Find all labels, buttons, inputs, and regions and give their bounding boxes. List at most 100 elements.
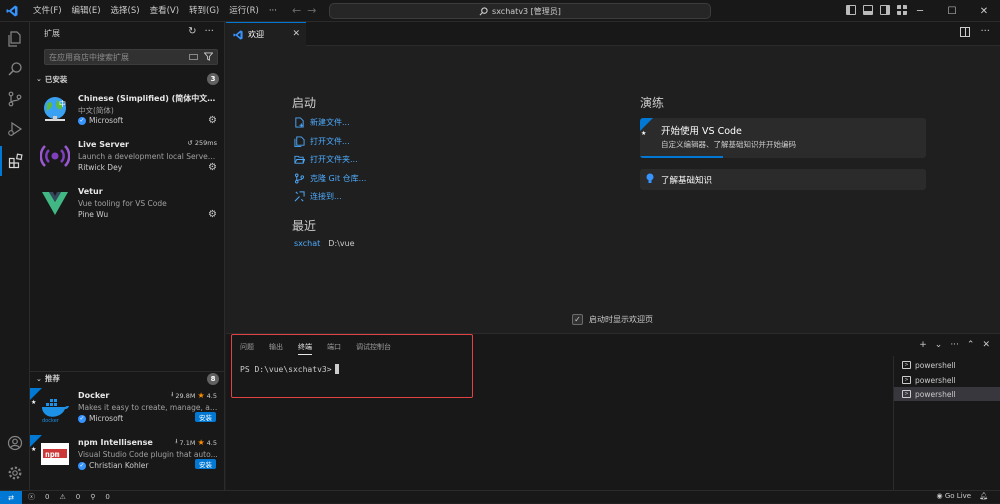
connect-to-link[interactable]: 连接到...	[294, 191, 342, 202]
source-control-icon[interactable]	[0, 84, 30, 114]
open-file-icon	[294, 136, 305, 147]
new-terminal-icon[interactable]: +	[919, 340, 927, 350]
terminal-list-item[interactable]: > powershell	[894, 387, 1000, 401]
maximize-panel-icon[interactable]: ⌃	[967, 340, 975, 350]
publisher-name: Pine Wu	[78, 210, 109, 219]
extensions-icon[interactable]	[0, 146, 30, 176]
terminal-icon: >	[902, 361, 911, 369]
refresh-icon[interactable]: ↻	[188, 26, 196, 37]
extension-settings-gear-icon[interactable]: ⚙	[208, 209, 217, 220]
tab-problems[interactable]: 问题	[240, 342, 254, 355]
extension-item[interactable]: Live Server ↺ 259ms Launch a development…	[30, 137, 224, 184]
verified-publisher-icon: ✓	[78, 461, 86, 470]
install-button[interactable]: 安装	[195, 412, 216, 422]
maximize-icon[interactable]: ☐	[936, 0, 968, 22]
recommended-extension-item[interactable]: ★ npm npm Intellisense ⭳ 7.1M ★ 4.5 Visu…	[30, 435, 224, 482]
menu-more[interactable]: ···	[264, 0, 282, 22]
live-server-icon	[40, 145, 70, 167]
recommended-extension-item[interactable]: ★ docker Docker ⭳ 29.8M ★ 4.5 Makes it e…	[30, 388, 224, 435]
extension-name: Docker	[78, 391, 110, 400]
back-arrow-icon[interactable]: ←	[292, 4, 301, 17]
welcome-page: 启动 新建文件... 打开文件... 打开文件夹... 克隆 Git 仓库...…	[226, 46, 1000, 333]
menu-file[interactable]: 文件(F)	[28, 0, 67, 22]
remote-indicator-icon[interactable]: ⇄	[0, 491, 22, 504]
search-icon	[479, 6, 488, 15]
close-tab-icon[interactable]: ✕	[292, 29, 300, 39]
tab-output[interactable]: 输出	[269, 342, 283, 355]
account-icon[interactable]	[0, 428, 30, 458]
show-on-startup-checkbox[interactable]: ✓	[572, 314, 583, 325]
menu-run[interactable]: 运行(R)	[224, 0, 264, 22]
manage-gear-icon[interactable]	[0, 458, 30, 488]
show-on-startup: ✓ 启动时显示欢迎页	[572, 314, 653, 325]
svg-text:docker: docker	[42, 418, 60, 422]
notifications-bell-icon[interactable]: 🔔︎	[979, 492, 988, 500]
close-panel-icon[interactable]: ✕	[982, 340, 990, 350]
close-window-icon[interactable]: ✕	[968, 0, 1000, 22]
command-center-label: sxchatv3 [管理员]	[492, 6, 561, 16]
filter-icon[interactable]	[204, 52, 213, 61]
nav-arrows: ← →	[292, 4, 316, 17]
recent-project-link[interactable]: sxchat	[294, 239, 320, 248]
toggle-sidebar-icon[interactable]	[846, 5, 856, 15]
terminal-icon: >	[902, 390, 911, 398]
split-editor-icon[interactable]	[960, 27, 971, 37]
status-problems[interactable]: ⓧ 0 ⚠ 0 ⚲ 0	[28, 492, 110, 502]
open-file-link[interactable]: 打开文件...	[294, 136, 350, 147]
terminal-list-item[interactable]: > powershell	[894, 373, 1000, 387]
panel-actions: + ⌄ ··· ⌃ ✕	[919, 340, 990, 350]
menu-edit[interactable]: 编辑(E)	[67, 0, 106, 22]
forward-arrow-icon[interactable]: →	[307, 4, 316, 17]
toggle-panel-icon[interactable]	[863, 5, 873, 15]
terminal-dropdown-chevron-icon[interactable]: ⌄	[935, 340, 943, 350]
run-debug-icon[interactable]	[0, 114, 30, 144]
new-file-link[interactable]: 新建文件...	[294, 117, 350, 128]
menu-view[interactable]: 查看(V)	[145, 0, 184, 22]
tab-debug-console[interactable]: 调试控制台	[356, 342, 391, 355]
extension-settings-gear-icon[interactable]: ⚙	[208, 162, 217, 173]
extension-description: Launch a development local Server ...	[78, 152, 218, 161]
editor-more-actions-icon[interactable]: ···	[980, 27, 990, 37]
extension-stats: ⭳ 7.1M ★ 4.5	[175, 437, 217, 448]
extension-item[interactable]: Vetur Vue tooling for VS Code Pine Wu ⚙	[30, 184, 224, 231]
extension-search-box	[44, 49, 218, 65]
open-folder-icon	[294, 155, 305, 164]
installed-section-header[interactable]: ⌄ 已安装 3	[30, 72, 224, 86]
clone-git-repo-link[interactable]: 克隆 Git 仓库...	[294, 173, 366, 184]
extension-settings-gear-icon[interactable]: ⚙	[208, 115, 217, 126]
open-folder-link[interactable]: 打开文件夹...	[294, 154, 358, 165]
toggle-secondary-sidebar-icon[interactable]	[880, 5, 890, 15]
ports-icon: ⚲	[90, 493, 96, 501]
tab-ports[interactable]: 端口	[327, 342, 341, 355]
menu-selection[interactable]: 选择(S)	[106, 0, 145, 22]
search-activity-icon[interactable]	[0, 54, 30, 84]
tab-terminal[interactable]: 终端	[298, 342, 312, 355]
command-center[interactable]: sxchatv3 [管理员]	[329, 3, 711, 19]
star-icon: ★	[31, 446, 37, 453]
go-live-label: Go Live	[944, 492, 972, 500]
minimize-icon[interactable]: ─	[904, 0, 936, 22]
explorer-icon[interactable]	[0, 24, 30, 54]
extension-item[interactable]: 中 Chinese (Simplified) (简体中文) L... 中文(简体…	[30, 90, 224, 137]
extension-search-input[interactable]	[45, 50, 185, 64]
walkthrough-fundamentals-card[interactable]: 了解基础知识	[640, 169, 926, 190]
more-actions-icon[interactable]: ···	[204, 26, 214, 37]
warning-icon: ⚠	[59, 493, 66, 501]
recommended-section-header[interactable]: ⌄ 推荐 8	[30, 371, 224, 385]
panel-more-icon[interactable]: ···	[950, 340, 959, 350]
docker-logo-icon: docker	[42, 399, 69, 422]
walkthroughs-heading: 演练	[640, 96, 665, 110]
tab-welcome[interactable]: 欢迎 ✕	[226, 22, 306, 46]
go-live-button[interactable]: ◉ Go Live	[937, 492, 972, 500]
clear-filter-icon[interactable]	[189, 53, 198, 60]
terminal-output[interactable]: PS D:\vue\sxchatv3>	[240, 364, 339, 374]
walkthrough-subtitle: 自定义编辑器、了解基础知识并开始编码	[661, 140, 796, 149]
install-button[interactable]: 安装	[195, 459, 216, 469]
status-right: ◉ Go Live 🔔︎	[937, 492, 988, 500]
svg-text:中: 中	[59, 99, 66, 108]
terminal-list-item[interactable]: > powershell	[894, 358, 1000, 372]
editor-actions: ···	[960, 27, 990, 37]
panel-tabs: 问题 输出 终端 端口 调试控制台	[240, 342, 391, 355]
menu-go[interactable]: 转到(G)	[184, 0, 224, 22]
walkthrough-get-started-card[interactable]: ★ 开始使用 VS Code 自定义编辑器、了解基础知识并开始编码	[640, 118, 926, 158]
